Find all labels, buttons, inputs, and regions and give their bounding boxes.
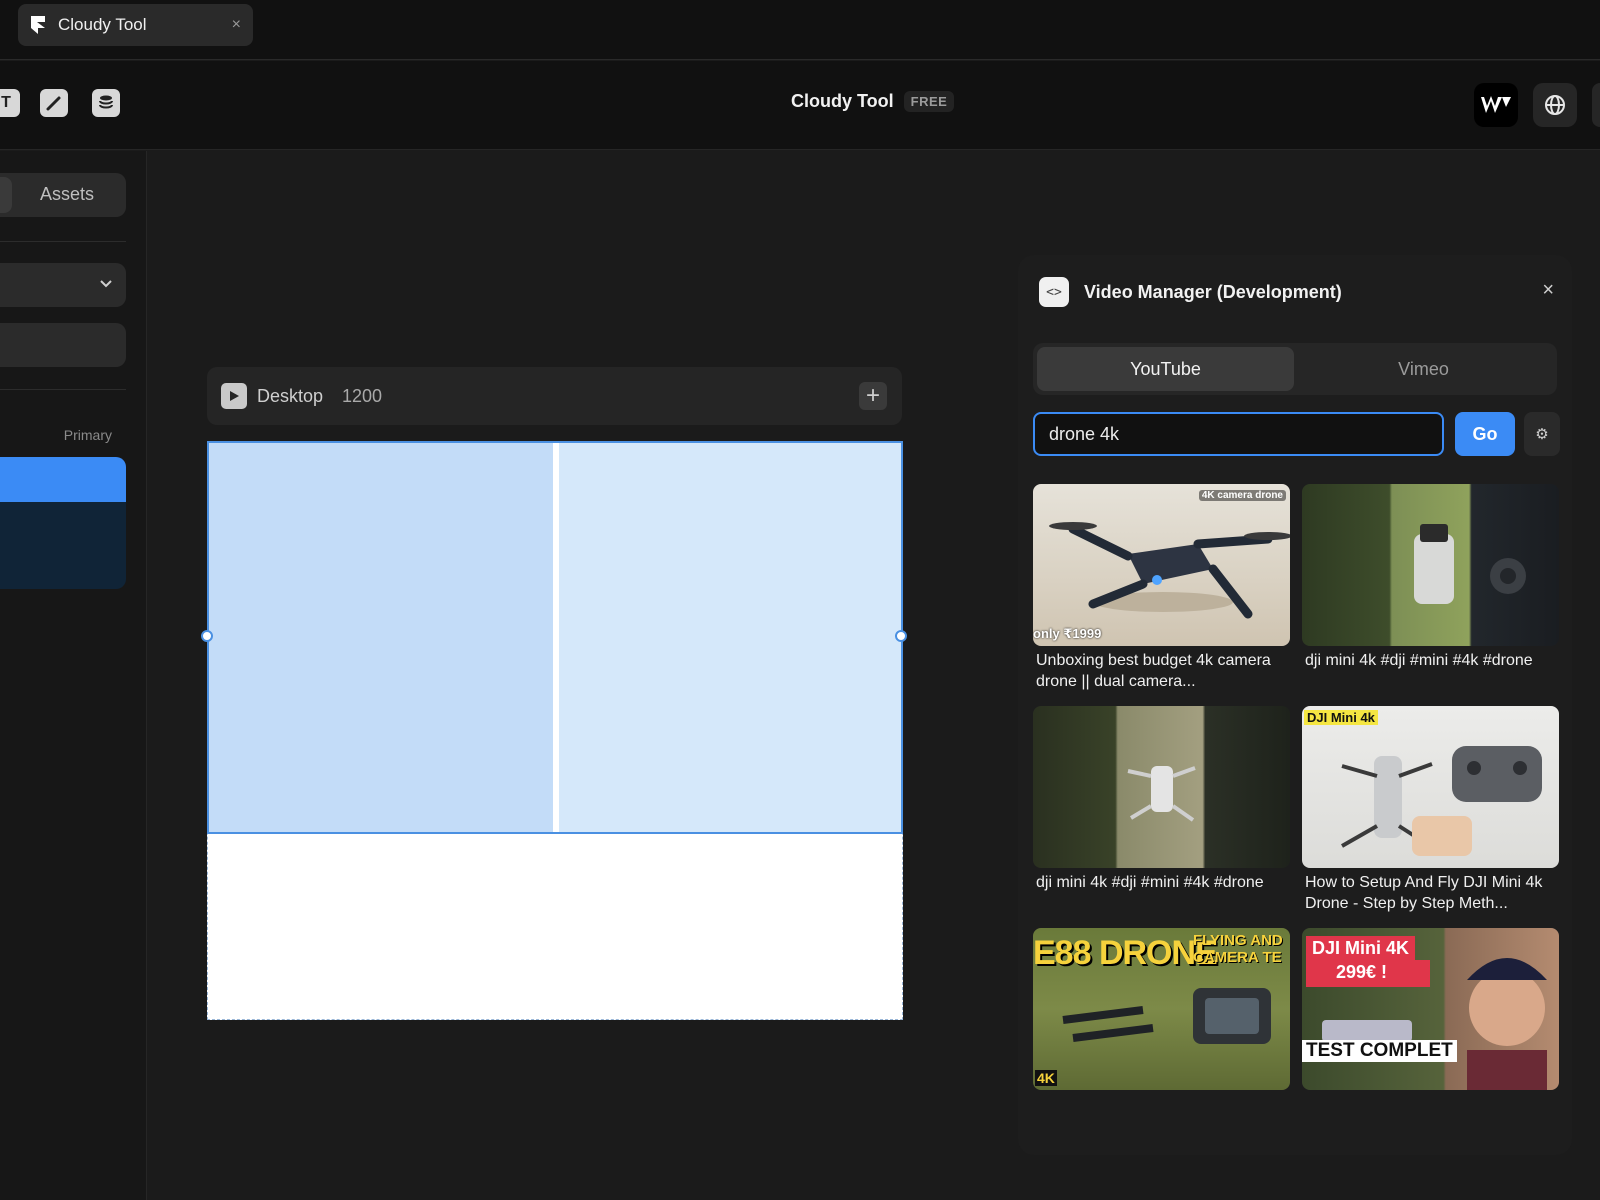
source-switcher: YouTube Vimeo bbox=[1033, 343, 1557, 395]
thumbnail-overlay-text: 299€ ! bbox=[1306, 960, 1430, 987]
browser-tab-bar: Cloudy Tool × bbox=[0, 0, 1600, 60]
stack-column-left[interactable] bbox=[209, 443, 553, 832]
video-title[interactable] bbox=[1033, 1094, 1290, 1142]
thumbnail-overlay-text: DJI Mini 4K bbox=[1306, 936, 1416, 961]
primary-color-swatch[interactable] bbox=[0, 457, 126, 502]
frame-name[interactable]: Desktop bbox=[257, 386, 323, 407]
canvas-frame[interactable] bbox=[207, 441, 903, 1020]
drone-image bbox=[1127, 766, 1196, 822]
webflow-icon bbox=[1481, 96, 1511, 113]
frame-header: Desktop 1200 + bbox=[207, 367, 902, 425]
database-icon[interactable] bbox=[92, 89, 120, 117]
pen-tool-icon[interactable] bbox=[40, 89, 68, 117]
top-toolbar: T Cloudy Tool FREE bbox=[0, 61, 1600, 150]
globe-button[interactable] bbox=[1533, 83, 1577, 127]
code-icon: <> bbox=[1039, 277, 1069, 307]
stack-column-right[interactable] bbox=[559, 443, 901, 832]
drone-kit-image bbox=[1341, 746, 1542, 856]
divider bbox=[0, 389, 126, 390]
plan-badge: FREE bbox=[903, 91, 955, 112]
video-title[interactable]: dji mini 4k #dji #mini #4k #drone bbox=[1033, 872, 1290, 920]
video-thumbnail[interactable]: E88 DRONE FLYING AND CAMERA TE 4K bbox=[1033, 928, 1290, 1090]
thumbnail-overlay-text: E88 DRONE bbox=[1033, 934, 1218, 972]
video-thumbnail[interactable]: DJI Mini 4k bbox=[1302, 706, 1559, 868]
video-thumbnail[interactable] bbox=[1033, 706, 1290, 868]
go-button[interactable]: Go bbox=[1455, 412, 1515, 456]
tab-vimeo[interactable]: Vimeo bbox=[1294, 347, 1553, 391]
frame-width: 1200 bbox=[342, 386, 383, 406]
drone-image bbox=[1049, 522, 1290, 619]
sidebar-field[interactable] bbox=[0, 323, 126, 367]
primary-label: Primary bbox=[63, 427, 112, 443]
video-card[interactable]: DJI Mini 4k How to Setup And Fly DJI Min… bbox=[1302, 706, 1559, 920]
project-title: Cloudy Tool FREE bbox=[791, 91, 955, 112]
divider bbox=[0, 241, 126, 242]
add-breakpoint-button[interactable]: + bbox=[859, 382, 887, 410]
text-tool-icon[interactable]: T bbox=[0, 89, 20, 117]
thumbnail-overlay-text: DJI Mini 4k bbox=[1304, 710, 1378, 725]
video-title[interactable]: How to Setup And Fly DJI Mini 4k Drone -… bbox=[1302, 872, 1559, 920]
thumbnail-overlay-text: 4K bbox=[1035, 1070, 1057, 1086]
chevron-down-icon bbox=[100, 280, 112, 288]
video-card[interactable]: 4K camera drone only ₹1999 Unboxing best… bbox=[1033, 484, 1290, 698]
video-manager-panel: <> Video Manager (Development) × YouTube… bbox=[1018, 255, 1572, 1155]
video-title[interactable] bbox=[1302, 1094, 1559, 1142]
video-title[interactable]: Unboxing best budget 4k camera drone || … bbox=[1033, 650, 1290, 698]
tab-youtube[interactable]: YouTube bbox=[1037, 347, 1294, 391]
search-input[interactable] bbox=[1033, 412, 1444, 456]
panel-title: Video Manager (Development) bbox=[1084, 282, 1342, 302]
secondary-color-swatch[interactable] bbox=[0, 502, 126, 589]
sidebar-tab-active[interactable] bbox=[0, 177, 12, 213]
tab-close-icon[interactable]: × bbox=[232, 16, 241, 34]
video-card[interactable]: dji mini 4k #dji #mini #4k #drone bbox=[1302, 484, 1559, 698]
globe-icon bbox=[1545, 95, 1565, 115]
controller-image bbox=[1414, 524, 1526, 604]
preview-play-button[interactable] bbox=[221, 383, 247, 409]
sidebar-select[interactable] bbox=[0, 263, 126, 307]
video-card[interactable]: DJI Mini 4K 299€ ! TEST COMPLET bbox=[1302, 928, 1559, 1142]
video-card[interactable]: dji mini 4k #dji #mini #4k #drone bbox=[1033, 706, 1290, 920]
webflow-button[interactable] bbox=[1474, 83, 1518, 127]
sidebar-tabs: Assets bbox=[0, 173, 126, 217]
left-sidebar: Assets Primary bbox=[0, 151, 147, 1200]
tab-title: Cloudy Tool bbox=[58, 15, 147, 34]
selected-stack[interactable] bbox=[207, 441, 903, 834]
video-thumbnail[interactable] bbox=[1302, 484, 1559, 646]
video-thumbnail[interactable]: 4K camera drone only ₹1999 bbox=[1033, 484, 1290, 646]
thumbnail-overlay-text: FLYING AND CAMERA TE bbox=[1193, 932, 1283, 966]
more-button[interactable] bbox=[1592, 83, 1600, 127]
resize-handle-right[interactable] bbox=[895, 630, 907, 642]
video-thumbnail[interactable]: DJI Mini 4K 299€ ! TEST COMPLET bbox=[1302, 928, 1559, 1090]
thumbnail-overlay-text: only ₹1999 bbox=[1033, 626, 1102, 641]
settings-gear-icon[interactable]: ⚙ bbox=[1524, 412, 1560, 456]
video-title[interactable]: dji mini 4k #dji #mini #4k #drone bbox=[1302, 650, 1559, 698]
app-tab[interactable]: Cloudy Tool × bbox=[18, 4, 253, 46]
project-name: Cloudy Tool bbox=[791, 91, 894, 111]
thumbnail-overlay-text: TEST COMPLET bbox=[1302, 1040, 1457, 1062]
tab-assets[interactable]: Assets bbox=[40, 184, 94, 205]
close-icon[interactable]: × bbox=[1542, 279, 1554, 302]
thumbnail-overlay-text: 4K camera drone bbox=[1198, 490, 1286, 501]
resize-handle-left[interactable] bbox=[201, 630, 213, 642]
play-icon bbox=[230, 391, 239, 401]
app-logo-icon bbox=[31, 16, 45, 34]
video-card[interactable]: E88 DRONE FLYING AND CAMERA TE 4K bbox=[1033, 928, 1290, 1142]
